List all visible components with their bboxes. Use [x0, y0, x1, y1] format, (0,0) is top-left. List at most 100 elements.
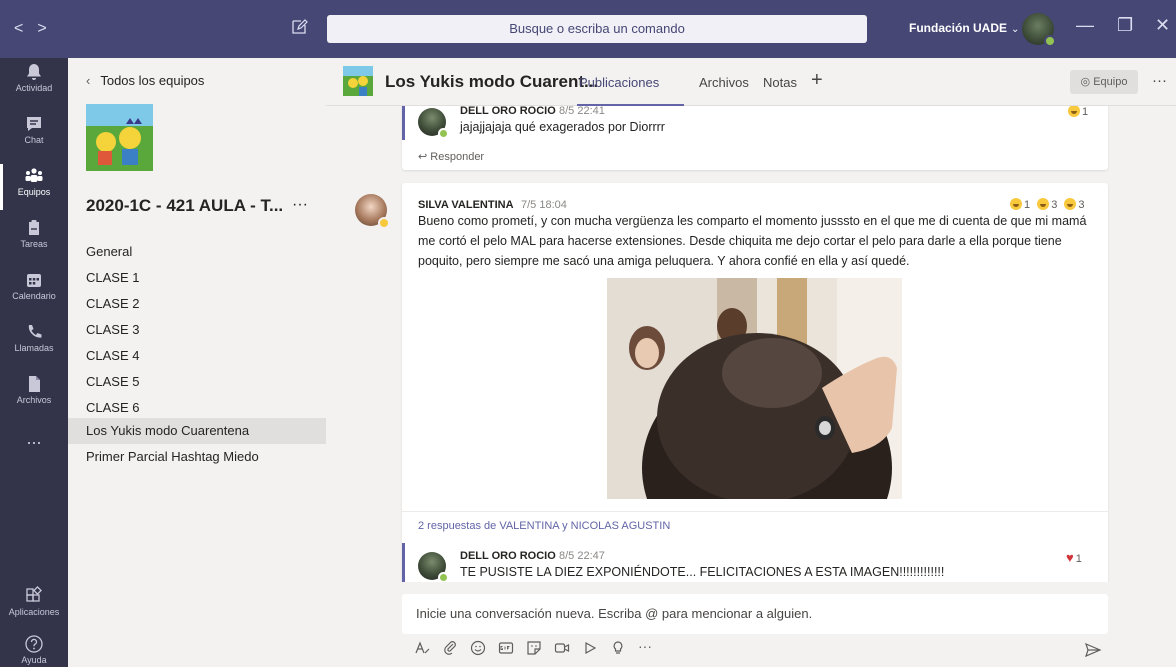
rail-item-calendario[interactable]: Calendario	[0, 266, 68, 318]
stream-icon[interactable]	[582, 640, 598, 656]
presence-available-icon	[438, 128, 449, 139]
channel-team-picture	[343, 66, 373, 96]
reaction-count: 1	[1082, 106, 1089, 118]
add-tab-button[interactable]: +	[811, 69, 823, 92]
reply-button[interactable]: ↩ Responder	[418, 150, 484, 163]
rail-item-label: Llamadas	[14, 343, 54, 353]
channel-title: Los Yukis modo Cuarent...	[385, 72, 599, 91]
forward-nav-button[interactable]: >	[37, 20, 60, 37]
reply-time: 8/5 22:47	[559, 550, 605, 562]
meet-now-icon[interactable]	[554, 640, 570, 656]
apps-icon	[26, 586, 42, 602]
app-rail: Actividad Chat Equipos Tareas Calendario…	[0, 58, 68, 667]
rail-item-equipos[interactable]: Equipos	[0, 162, 68, 214]
emoji-icon[interactable]	[470, 640, 486, 656]
chevron-left-icon: ‹	[86, 73, 91, 88]
rail-item-label: Tareas	[20, 239, 48, 249]
rail-item-label: Chat	[24, 135, 44, 145]
reply-bar	[402, 543, 405, 582]
chat-icon	[27, 117, 41, 131]
post-author-avatar[interactable]	[355, 194, 390, 229]
presence-available-icon	[1044, 35, 1056, 47]
new-chat-icon[interactable]	[290, 18, 308, 36]
search-input[interactable]: Busque o escriba un comando	[327, 15, 867, 43]
reaction-count-sad: 3	[1078, 199, 1085, 211]
channel-clase-2[interactable]: CLASE 2	[68, 291, 326, 317]
reply-author: DELL ORO ROCIO	[460, 550, 556, 562]
channel-clase-3[interactable]: CLASE 3	[68, 317, 326, 343]
praise-icon[interactable]	[610, 640, 626, 656]
sticker-icon[interactable]	[526, 640, 542, 656]
back-nav-button[interactable]: <	[14, 20, 37, 37]
attach-icon[interactable]	[442, 640, 458, 656]
minimize-button[interactable]: —	[1076, 15, 1094, 36]
rail-item-label: Aplicaciones	[8, 607, 60, 617]
rail-item-label: Equipos	[17, 187, 51, 197]
rail-item-label: Calendario	[12, 291, 56, 301]
team-button[interactable]: ◎ Equipo	[1070, 70, 1138, 94]
post-author: SILVA VALENTINA	[418, 199, 514, 211]
rail-item-actividad[interactable]: Actividad	[0, 58, 68, 110]
rail-item-archivos[interactable]: Archivos	[0, 370, 68, 422]
rail-item-ayuda[interactable]: Ayuda	[0, 630, 68, 667]
divider	[402, 511, 1108, 512]
tab-archivos[interactable]: Archivos	[699, 75, 749, 90]
reply-item: DELL ORO ROCIO 8/5 22:41 jajajjajaja qué…	[402, 106, 1108, 140]
avatar	[418, 552, 449, 582]
tab-publicaciones[interactable]: Publicaciones	[579, 75, 659, 90]
reply-button-label: Responder	[430, 151, 485, 163]
channel-primer-parcial[interactable]: Primer Parcial Hashtag Miedo	[68, 444, 326, 470]
close-button[interactable]: ✕	[1155, 15, 1170, 36]
channel-more-button[interactable]: ···	[1152, 72, 1167, 89]
more-options-icon[interactable]: ···	[638, 638, 658, 654]
rail-item-tareas[interactable]: Tareas	[0, 214, 68, 266]
all-teams-link[interactable]: ‹ Todos los equipos	[86, 73, 204, 88]
rail-item-label: Archivos	[16, 395, 52, 405]
previous-thread-card: DELL ORO ROCIO 8/5 22:41 jajajjajaja qué…	[402, 106, 1108, 170]
channel-clase-5[interactable]: CLASE 5	[68, 369, 326, 395]
rail-item-label: Actividad	[15, 83, 53, 93]
reply-arrow-icon: ↩	[418, 151, 431, 163]
conversation-feed: DELL ORO ROCIO 8/5 22:41 jajajjajaja qué…	[326, 106, 1176, 582]
reaction-laugh[interactable]: 1	[1068, 106, 1088, 118]
team-more-button[interactable]: ···	[292, 196, 308, 214]
tab-notas[interactable]: Notas	[763, 75, 797, 90]
new-conversation-input[interactable]: Inicie una conversación nueva. Escriba @…	[402, 594, 1108, 634]
rail-item-aplicaciones[interactable]: Aplicaciones	[0, 582, 68, 634]
reply-time: 8/5 22:41	[559, 106, 605, 117]
channel-los-yukis[interactable]: Los Yukis modo Cuarentena	[68, 418, 326, 444]
reply-bar	[402, 106, 405, 140]
presence-available-icon	[438, 572, 449, 582]
help-icon	[25, 635, 43, 653]
reaction-count: 1	[1075, 553, 1082, 565]
more-icon: ...	[26, 428, 42, 448]
assignments-icon	[29, 220, 39, 235]
post-reactions[interactable]: 1 3 3	[1010, 198, 1085, 211]
replies-summary-link[interactable]: 2 respuestas de VALENTINA y NICOLAS AGUS…	[418, 520, 670, 532]
team-name: 2020-1C - 421 AULA - T...	[86, 196, 284, 215]
rail-item-more[interactable]: ...	[0, 424, 68, 476]
eye-icon: ◎	[1080, 76, 1094, 88]
channel-general[interactable]: General	[68, 239, 326, 265]
team-button-label: Equipo	[1093, 76, 1128, 88]
reaction-heart[interactable]: ♥ 1	[1066, 550, 1082, 565]
maximize-button[interactable]: ❐	[1117, 15, 1133, 36]
post-photo[interactable]	[607, 278, 902, 499]
title-bar: <> Busque o escriba un comando Fundación…	[0, 0, 1176, 58]
team-picture	[86, 104, 153, 171]
channel-clase-1[interactable]: CLASE 1	[68, 265, 326, 291]
channel-header: Los Yukis modo Cuarent... Publicaciones …	[326, 58, 1176, 106]
reply-text: TE PUSISTE LA DIEZ EXPONIÉNDOTE... FELIC…	[460, 565, 945, 579]
laugh-emoji-icon	[1010, 198, 1022, 210]
rail-item-llamadas[interactable]: Llamadas	[0, 318, 68, 370]
user-avatar[interactable]	[1022, 13, 1056, 47]
org-switcher[interactable]: Fundación UADE ⌄	[909, 21, 1019, 35]
chevron-down-icon: ⌄	[1011, 24, 1020, 35]
format-icon[interactable]	[414, 640, 430, 656]
rail-item-chat[interactable]: Chat	[0, 110, 68, 162]
gif-icon[interactable]	[498, 640, 514, 656]
send-icon[interactable]	[1084, 641, 1102, 659]
teams-icon	[25, 168, 43, 182]
channel-clase-4[interactable]: CLASE 4	[68, 343, 326, 369]
heart-icon: ♥	[1066, 550, 1074, 565]
